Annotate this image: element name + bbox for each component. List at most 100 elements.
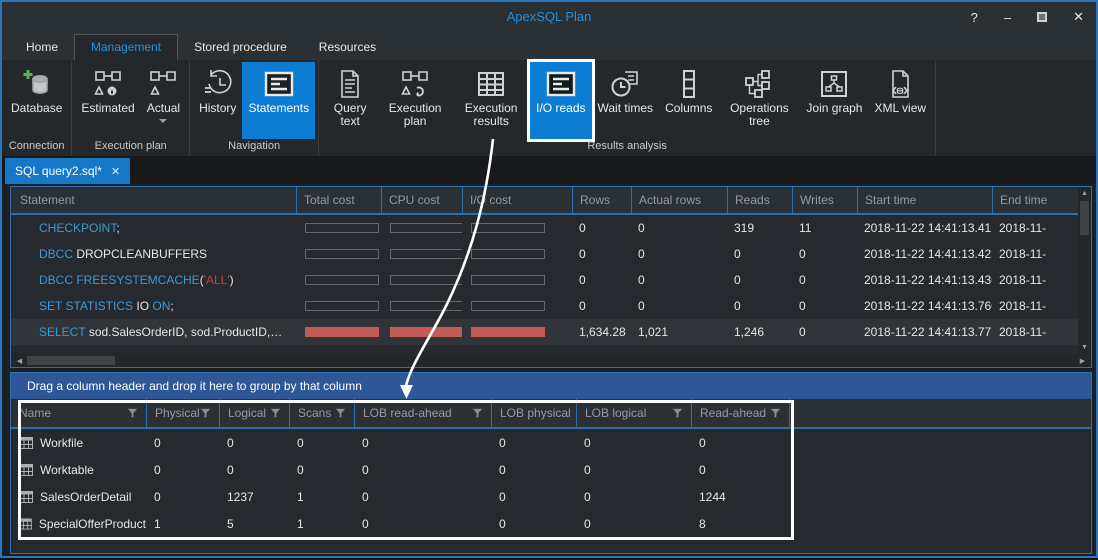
cost-bar	[305, 223, 379, 233]
io-value-cell: 1	[289, 490, 354, 504]
scroll-down-icon[interactable]: ▼	[1078, 341, 1091, 354]
ribbon-group-label-results-analysis: Results analysis	[319, 139, 935, 156]
rows-cell: 1,634.28	[572, 325, 631, 339]
io-grid-row[interactable]: Workfile0000000	[11, 429, 1091, 456]
filter-icon[interactable]	[472, 408, 483, 419]
statement-token-keyword: ON	[152, 299, 170, 313]
column-header-statement[interactable]: Statement	[11, 187, 296, 213]
menu-tab-stored-procedure[interactable]: Stored procedure	[178, 35, 303, 60]
statement-row[interactable]: DBCC DROPCLEANBUFFERS00002018-11-22 14:4…	[11, 241, 1091, 267]
statements-panel: StatementTotal costCPU costI/O costRowsA…	[10, 186, 1092, 368]
history-button[interactable]: History	[193, 62, 242, 139]
io-column-header-scans[interactable]: Scans	[289, 399, 354, 427]
cpu-cost-cell	[381, 327, 462, 337]
io-cost-cell	[462, 301, 572, 311]
statement-token-plain: ;	[116, 221, 119, 235]
writes-cell: 0	[792, 247, 857, 261]
dropdown-caret-icon[interactable]	[159, 119, 167, 123]
io-value-cell: 0	[354, 436, 491, 450]
io-value-cell: 1	[289, 517, 354, 531]
maximize-button[interactable]	[1037, 12, 1047, 22]
actual-rows-cell: 0	[631, 299, 727, 313]
columns-button-label: Columns	[665, 102, 712, 115]
columns-button[interactable]: Columns	[659, 62, 718, 139]
execution-plan-button[interactable]: Execution plan	[378, 62, 452, 139]
io-value-cell: 0	[491, 490, 576, 504]
filter-icon[interactable]	[335, 408, 346, 419]
actual-rows-cell: 0	[631, 221, 727, 235]
column-header-start-time[interactable]: Start time	[857, 187, 992, 213]
io-column-header-read-ahead[interactable]: Read-ahead	[691, 399, 789, 427]
join-graph-button[interactable]: Join graph	[800, 62, 868, 139]
cost-bar	[471, 223, 545, 233]
filter-icon[interactable]	[127, 408, 138, 419]
total-cost-cell	[296, 223, 381, 233]
io-column-header-name[interactable]: Name	[11, 399, 146, 427]
menu-tab-management[interactable]: Management	[74, 34, 178, 60]
database-button[interactable]: Database	[5, 62, 68, 139]
column-header-end-time[interactable]: End time	[992, 187, 1078, 213]
scroll-up-icon[interactable]: ▲	[1078, 187, 1091, 200]
xml-view-button[interactable]: XML view	[868, 62, 932, 139]
statements-vertical-scrollbar[interactable]: ▲ ▼	[1078, 187, 1091, 354]
column-header-reads[interactable]: Reads	[727, 187, 792, 213]
operations-tree-button[interactable]: Operations tree	[718, 62, 800, 139]
actual-button[interactable]: Actual	[141, 62, 186, 139]
statements-horizontal-scrollbar[interactable]: ◀ ▶	[11, 354, 1091, 367]
total-cost-cell	[296, 249, 381, 259]
reads-cell: 0	[727, 247, 792, 261]
io-value-cell: 5	[219, 517, 289, 531]
filter-icon[interactable]	[672, 408, 683, 419]
execution-results-button[interactable]: Execution results	[452, 62, 530, 139]
menu-tab-resources[interactable]: Resources	[303, 35, 392, 60]
io-column-header-lob-read-ahead[interactable]: LOB read-ahead	[354, 399, 491, 427]
statements-button-label: Statements	[248, 102, 309, 115]
wait-times-button[interactable]: Wait times	[592, 62, 660, 139]
statements-button[interactable]: Statements	[242, 62, 315, 139]
filter-icon[interactable]	[200, 408, 211, 419]
statement-row[interactable]: SET STATISTICS IO ON;00002018-11-22 14:4…	[11, 293, 1091, 319]
cpu-cost-cell	[381, 275, 462, 285]
rows-cell: 0	[572, 247, 631, 261]
tab-close-icon[interactable]: ✕	[111, 165, 120, 178]
io-reads-button[interactable]: I/O reads	[530, 62, 591, 139]
scroll-right-icon[interactable]: ▶	[1076, 354, 1089, 367]
cpu-cost-cell	[381, 301, 462, 311]
column-header-i-o-cost[interactable]: I/O cost	[462, 187, 572, 213]
io-grid-row[interactable]: SalesOrderDetail0123710001244	[11, 483, 1091, 510]
io-value-cell: 1237	[219, 490, 289, 504]
close-button[interactable]: ✕	[1073, 9, 1084, 25]
io-column-header-lob-logical[interactable]: LOB logical	[576, 399, 691, 427]
statement-token-keyword: SELECT	[39, 325, 89, 339]
document-tab-sql-query2[interactable]: SQL query2.sql* ✕	[5, 158, 130, 184]
execution-results-icon	[475, 66, 507, 102]
column-header-cpu-cost[interactable]: CPU cost	[381, 187, 462, 213]
minimize-button[interactable]: –	[1004, 10, 1011, 25]
statement-row[interactable]: CHECKPOINT;00319112018-11-22 14:41:13.41…	[11, 215, 1091, 241]
io-grid-row[interactable]: Worktable0000000	[11, 456, 1091, 483]
io-column-header-logical[interactable]: Logical	[219, 399, 289, 427]
rows-cell: 0	[572, 273, 631, 287]
group-by-bar[interactable]: Drag a column header and drop it here to…	[11, 373, 1091, 399]
column-header-actual-rows[interactable]: Actual rows	[631, 187, 727, 213]
statement-cell: SET STATISTICS IO ON;	[11, 299, 296, 313]
estimated-button[interactable]: Estimated	[75, 62, 140, 139]
column-header-writes[interactable]: Writes	[792, 187, 857, 213]
statement-row[interactable]: SELECT sod.SalesOrderID, sod.ProductID,……	[11, 319, 1091, 345]
scroll-left-icon[interactable]: ◀	[13, 354, 26, 367]
scrollbar-thumb[interactable]	[1080, 201, 1089, 235]
statement-row[interactable]: DBCC FREESYSTEMCACHE('ALL')00002018-11-2…	[11, 267, 1091, 293]
io-grid-row[interactable]: SpecialOfferProduct1510008	[11, 510, 1091, 537]
scrollbar-thumb[interactable]	[27, 356, 115, 365]
filter-icon[interactable]	[770, 408, 781, 419]
io-column-header-physical[interactable]: Physical	[146, 399, 219, 427]
column-header-total-cost[interactable]: Total cost	[296, 187, 381, 213]
menu-tab-home[interactable]: Home	[10, 35, 74, 60]
wait-times-icon	[609, 66, 641, 102]
io-grid-body: Workfile0000000Worktable0000000SalesOrde…	[11, 429, 1091, 537]
help-button[interactable]: ?	[971, 10, 978, 25]
filter-icon[interactable]	[270, 408, 281, 419]
column-header-rows[interactable]: Rows	[572, 187, 631, 213]
query-text-button[interactable]: Query text	[322, 62, 378, 139]
io-column-header-lob-physical[interactable]: LOB physical	[491, 399, 576, 427]
